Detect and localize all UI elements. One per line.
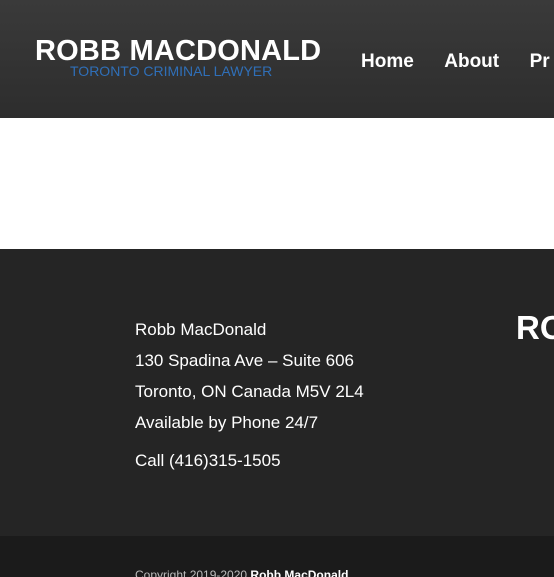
footer-contact: Robb MacDonald 130 Spadina Ave – Suite 6… bbox=[135, 319, 364, 472]
site-logo[interactable]: ROBB MACDONALD TORONTO CRIMINAL LAWYER bbox=[35, 34, 325, 78]
contact-phone-link[interactable]: Call (416)315-1505 bbox=[135, 450, 364, 472]
site-header: ROBB MACDONALD TORONTO CRIMINAL LAWYER H… bbox=[0, 0, 554, 118]
copyright-bar: Copyright 2019-2020 Robb MacDonald bbox=[0, 536, 554, 577]
main-nav: Home About Pr bbox=[361, 51, 554, 73]
copyright-text: Copyright 2019-2020 Robb MacDonald bbox=[135, 568, 348, 577]
content-spacer bbox=[0, 118, 554, 249]
nav-item-about[interactable]: About bbox=[444, 51, 499, 73]
contact-address-line2: Toronto, ON Canada M5V 2L4 bbox=[135, 382, 364, 401]
contact-address-line1: 130 Spadina Ave – Suite 606 bbox=[135, 351, 354, 370]
nav-item-practice[interactable]: Pr bbox=[530, 51, 550, 73]
footer-brand-heading: RO bbox=[516, 309, 554, 346]
site-footer: Robb MacDonald 130 Spadina Ave – Suite 6… bbox=[0, 249, 554, 536]
logo-tagline: TORONTO CRIMINAL LAWYER bbox=[70, 63, 273, 79]
nav-item-home[interactable]: Home bbox=[361, 51, 414, 73]
copyright-prefix: Copyright 2019-2020 bbox=[135, 568, 248, 577]
copyright-owner: Robb MacDonald bbox=[250, 568, 349, 577]
contact-availability: Available by Phone 24/7 bbox=[135, 413, 319, 432]
contact-name: Robb MacDonald bbox=[135, 320, 267, 339]
